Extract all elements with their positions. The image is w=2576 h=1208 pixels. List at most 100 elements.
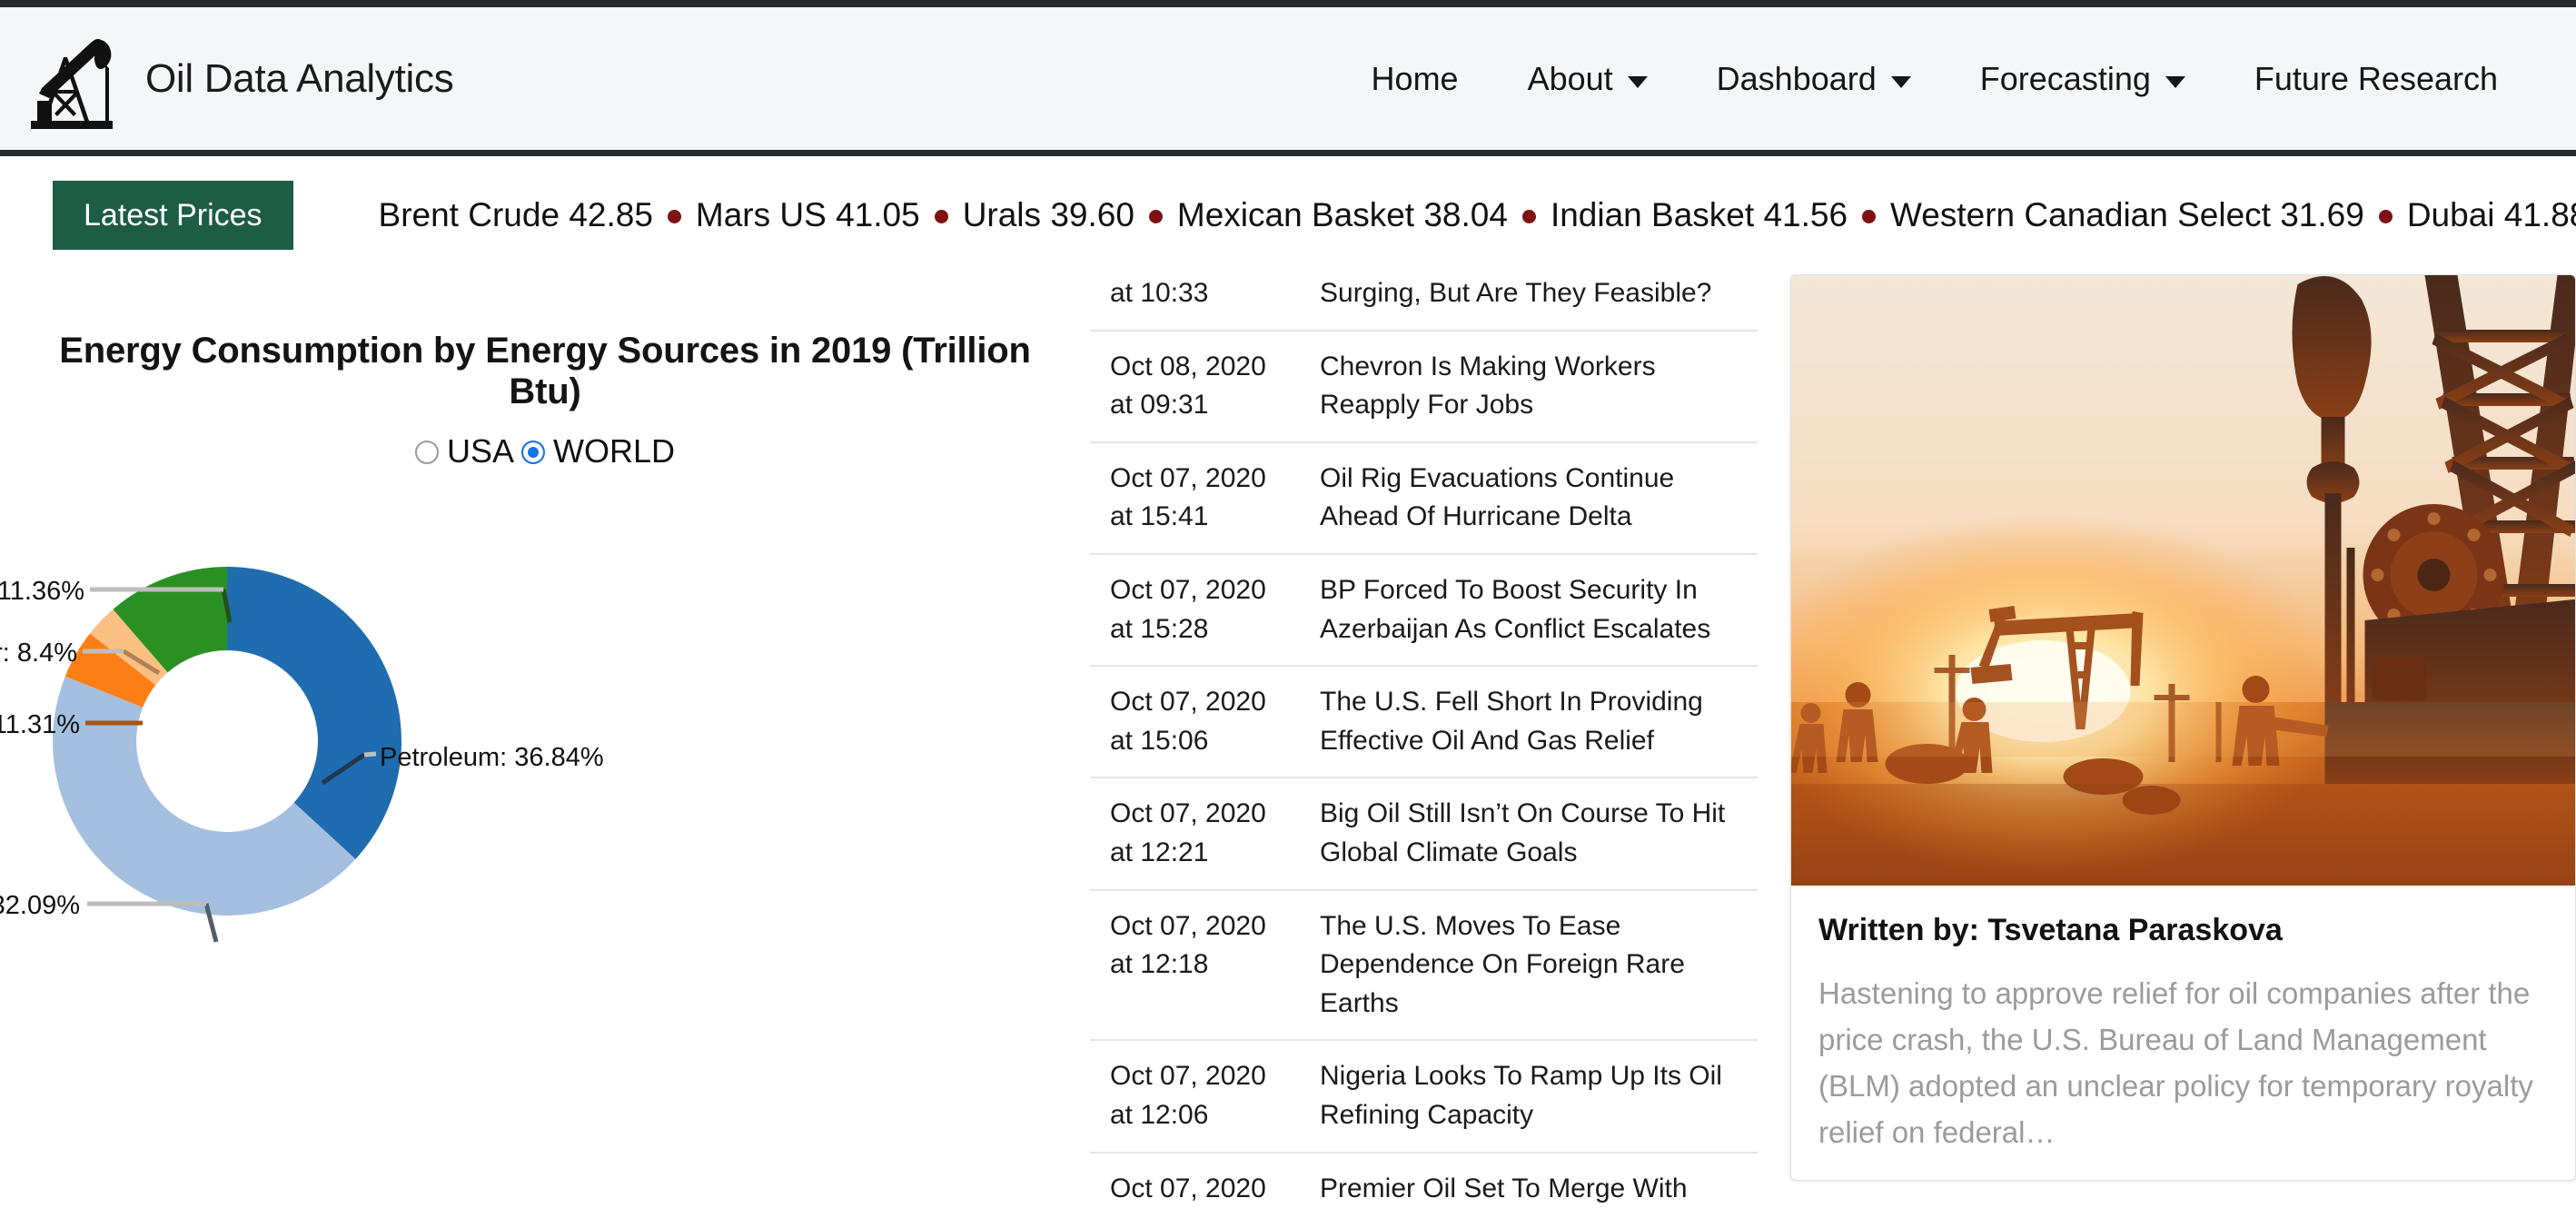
- news-date: at 10:33: [1090, 274, 1285, 331]
- news-date: Oct 07, 2020at 10:54: [1090, 1153, 1285, 1208]
- ticker-value: 41.88: [2504, 196, 2576, 233]
- news-date-text: Oct 07, 2020: [1110, 1061, 1266, 1091]
- news-title[interactable]: Oil Rig Evacuations Continue Ahead Of Hu…: [1285, 442, 1758, 554]
- news-time: at 15:28: [1110, 614, 1208, 644]
- ticker-item: Mars US 41.05: [696, 196, 920, 234]
- latest-prices-button[interactable]: Latest Prices: [53, 181, 293, 250]
- news-date-text: Oct 07, 2020: [1110, 687, 1266, 717]
- region-radio-world[interactable]: WORLD: [521, 432, 675, 470]
- news-table: at 10:33 Surging, But Are They Feasible?…: [1090, 274, 1758, 1208]
- nav-item-home[interactable]: Home: [1337, 47, 1493, 111]
- news-time: at 09:31: [1110, 390, 1208, 420]
- ticker-item: Urals 39.60: [963, 196, 1134, 234]
- donut-label-nuclear: Nuclear: 8.4%: [0, 639, 77, 668]
- news-row[interactable]: Oct 08, 2020 at 09:31 Chevron Is Making W…: [1090, 331, 1758, 442]
- news-date-text: Oct 07, 2020: [1110, 463, 1266, 493]
- donut-chart-svg: Petroleum: 36.84% Gas: 32.09% Coal: 11.3…: [0, 480, 1090, 1188]
- donut-label-petroleum: Petroleum: 36.84%: [380, 743, 604, 772]
- ticker-name: Urals: [963, 196, 1041, 233]
- news-row[interactable]: Oct 07, 2020 at 15:41 Oil Rig Evacuations…: [1090, 442, 1758, 554]
- oil-pumpjack-icon: [27, 26, 125, 132]
- news-date: Oct 07, 2020at 12:21: [1090, 777, 1285, 889]
- news-time: at 15:41: [1110, 501, 1208, 531]
- ticker-separator-dot-icon: [1862, 210, 1876, 223]
- news-time: at 15:06: [1110, 726, 1208, 756]
- browser-frame: Oil Data Analytics Home About Dashboard …: [0, 0, 2576, 1208]
- brand[interactable]: Oil Data Analytics: [27, 26, 453, 132]
- news-row[interactable]: at 10:33 Surging, But Are They Feasible?: [1090, 274, 1758, 331]
- page-viewport: Oil Data Analytics Home About Dashboard …: [0, 7, 2576, 1208]
- news-date: Oct 07, 2020 at 12:18: [1090, 890, 1285, 1041]
- ticker-separator-dot-icon: [668, 210, 681, 223]
- price-ticker-list: Brent Crude 42.85 Mars US 41.05 Urals 39…: [379, 196, 2576, 234]
- news-date: Oct 07, 2020 at 15:41: [1090, 442, 1285, 554]
- nav-item-label: Home: [1372, 60, 1459, 98]
- ticker-separator-dot-icon: [1149, 210, 1163, 223]
- news-title[interactable]: Chevron Is Making Workers Reapply For Jo…: [1285, 331, 1758, 442]
- news-date: Oct 07, 2020 at 15:28: [1090, 554, 1285, 666]
- oil-field-sunset-photo: [1791, 275, 2575, 886]
- ticker-name: Mexican Basket: [1177, 196, 1414, 233]
- nav-item-label: Forecasting: [1980, 60, 2151, 98]
- nav-item-dashboard[interactable]: Dashboard: [1682, 47, 1946, 111]
- article-body: Written by: Tsvetana Paraskova Hastening…: [1791, 886, 2575, 1180]
- article-author: Written by: Tsvetana Paraskova: [1818, 913, 2548, 948]
- news-title[interactable]: BP Forced To Boost Security In Azerbaija…: [1285, 554, 1758, 666]
- news-title[interactable]: The U.S. Fell Short In Providing Effecti…: [1285, 666, 1758, 777]
- news-time: at 12:18: [1110, 949, 1208, 979]
- news-row[interactable]: Oct 07, 2020at 10:54 Premier Oil Set To …: [1090, 1153, 1758, 1208]
- ticker-item: Western Canadian Select 31.69: [1890, 196, 2364, 234]
- news-row[interactable]: Oct 07, 2020at 12:21 Big Oil Still Isn’t…: [1090, 777, 1758, 889]
- news-date: Oct 07, 2020 at 15:06: [1090, 666, 1285, 777]
- news-row[interactable]: Oct 07, 2020 at 15:28 BP Forced To Boost …: [1090, 554, 1758, 666]
- news-row[interactable]: Oct 07, 2020 at 12:18 The U.S. Moves To E…: [1090, 890, 1758, 1041]
- top-navbar: Oil Data Analytics Home About Dashboard …: [0, 7, 2576, 156]
- ticker-value: 42.85: [569, 196, 653, 233]
- featured-article-panel: Written by: Tsvetana Paraskova Hastening…: [1758, 274, 2576, 1208]
- news-row[interactable]: Oct 07, 2020 at 15:06 The U.S. Fell Short…: [1090, 666, 1758, 777]
- main-content: Energy Consumption by Energy Sources in …: [0, 274, 2576, 1208]
- donut-label-green: Green: 11.36%: [0, 577, 84, 606]
- ticker-value: 38.04: [1423, 196, 1508, 233]
- ticker-separator-dot-icon: [1522, 210, 1536, 223]
- article-card[interactable]: Written by: Tsvetana Paraskova Hastening…: [1790, 274, 2576, 1181]
- news-title[interactable]: Big Oil Still Isn’t On Course To Hit Glo…: [1285, 777, 1758, 889]
- nav-item-future-research[interactable]: Future Research: [2220, 47, 2532, 111]
- news-title[interactable]: Nigeria Looks To Ramp Up Its Oil Refinin…: [1285, 1040, 1758, 1152]
- news-date-text: Oct 07, 2020: [1110, 1173, 1266, 1203]
- news-title[interactable]: Premier Oil Set To Merge With North Sea …: [1285, 1153, 1758, 1208]
- nav-item-label: Dashboard: [1717, 60, 1877, 98]
- chart-title: Energy Consumption by Energy Sources in …: [0, 331, 1090, 412]
- news-date-text: Oct 07, 2020: [1110, 575, 1266, 605]
- region-radio-group: USA WORLD: [0, 432, 1090, 470]
- radio-unchecked-icon: [415, 441, 439, 464]
- donut-slice-petroleum[interactable]: [227, 567, 401, 859]
- news-title[interactable]: Surging, But Are They Feasible?: [1285, 274, 1758, 331]
- region-radio-label: WORLD: [553, 432, 675, 470]
- ticker-value: 39.60: [1050, 196, 1134, 233]
- ticker-item: Dubai 41.88: [2407, 196, 2576, 234]
- chevron-down-icon: [1891, 76, 1911, 88]
- news-date-text: Oct 07, 2020: [1110, 911, 1266, 941]
- region-radio-usa[interactable]: USA: [415, 432, 514, 470]
- ticker-separator-dot-icon: [2379, 210, 2393, 223]
- news-time: at 10:33: [1110, 278, 1208, 308]
- nav-item-label: Future Research: [2254, 60, 2498, 98]
- leader-line-petroleum-stub: [364, 754, 376, 755]
- news-list-panel: at 10:33 Surging, But Are They Feasible?…: [1090, 274, 1758, 1208]
- news-date-text: Oct 07, 2020: [1110, 798, 1266, 828]
- radio-checked-icon: [521, 441, 545, 464]
- donut-label-coal: Coal: 11.31%: [0, 710, 80, 739]
- donut-chart: Petroleum: 36.84% Gas: 32.09% Coal: 11.3…: [0, 480, 1090, 1188]
- ticker-item: Brent Crude 42.85: [379, 196, 653, 234]
- ticker-item: Mexican Basket 38.04: [1177, 196, 1508, 234]
- news-row[interactable]: Oct 07, 2020 at 12:06 Nigeria Looks To Ra…: [1090, 1040, 1758, 1152]
- nav-item-label: About: [1528, 60, 1613, 98]
- news-date-text: Oct 08, 2020: [1110, 352, 1266, 381]
- news-time: at 12:06: [1110, 1100, 1208, 1130]
- article-excerpt: Hastening to approve relief for oil comp…: [1818, 970, 2548, 1156]
- nav-item-about[interactable]: About: [1493, 47, 1682, 111]
- chevron-down-icon: [2165, 76, 2185, 88]
- news-title[interactable]: The U.S. Moves To Ease Dependence On For…: [1285, 890, 1758, 1041]
- nav-item-forecasting[interactable]: Forecasting: [1946, 47, 2220, 111]
